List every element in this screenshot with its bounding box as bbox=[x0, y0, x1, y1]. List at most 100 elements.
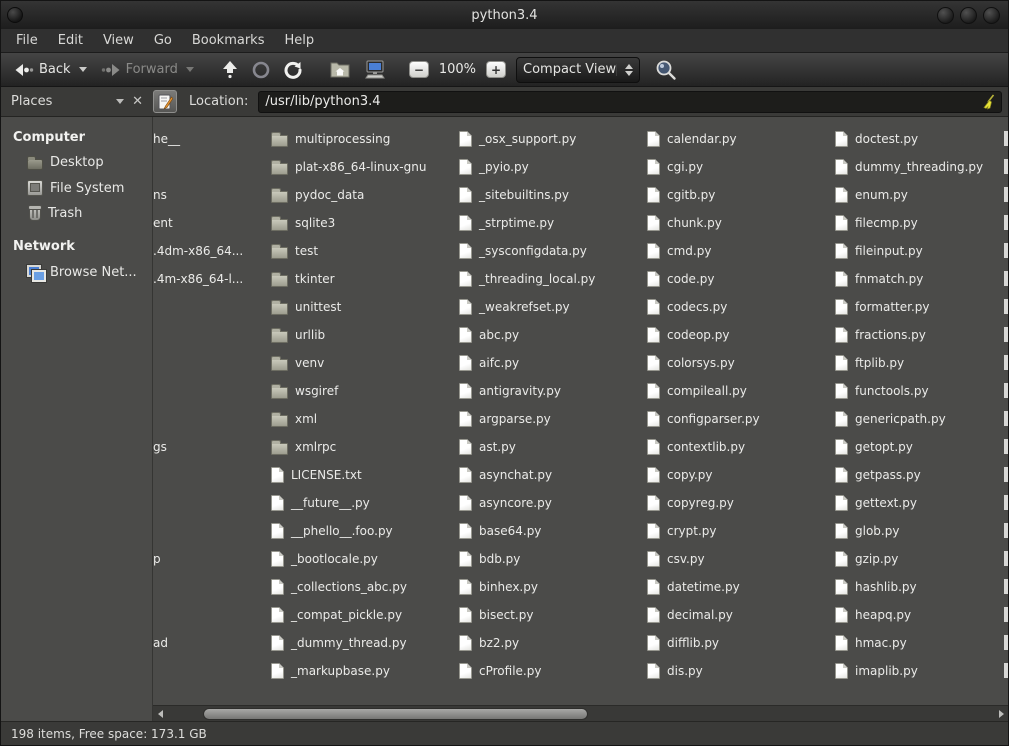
file-item[interactable]: codeop.py bbox=[647, 321, 835, 349]
clipped-file-name[interactable]: he__ bbox=[153, 125, 271, 153]
file-item[interactable]: _osx_support.py bbox=[459, 125, 647, 153]
file-item[interactable]: copy.py bbox=[647, 461, 835, 489]
file-item[interactable]: colorsys.py bbox=[647, 349, 835, 377]
file-item[interactable]: contextlib.py bbox=[647, 433, 835, 461]
file-item[interactable]: configparser.py bbox=[647, 405, 835, 433]
places-label[interactable]: Places bbox=[11, 94, 52, 109]
file-item[interactable]: _threading_local.py bbox=[459, 265, 647, 293]
file-item[interactable]: difflib.py bbox=[647, 629, 835, 657]
file-item[interactable]: bdb.py bbox=[459, 545, 647, 573]
clipped-file-name[interactable] bbox=[153, 405, 271, 433]
forward-button[interactable]: Forward bbox=[96, 58, 199, 81]
desktop-button[interactable] bbox=[359, 56, 391, 83]
file-item[interactable]: bisect.py bbox=[459, 601, 647, 629]
clipped-file-name[interactable] bbox=[153, 657, 271, 685]
clear-entry-broom-icon[interactable] bbox=[981, 94, 995, 110]
file-item[interactable]: glob.py bbox=[835, 517, 1008, 545]
file-item[interactable]: abc.py bbox=[459, 321, 647, 349]
file-item[interactable]: wsgiref bbox=[271, 377, 459, 405]
file-item[interactable]: getopt.py bbox=[835, 433, 1008, 461]
file-item[interactable]: test bbox=[271, 237, 459, 265]
file-item[interactable]: _markupbase.py bbox=[271, 657, 459, 685]
clipped-file-name[interactable] bbox=[153, 321, 271, 349]
file-item[interactable]: cgitb.py bbox=[647, 181, 835, 209]
clipped-file-name[interactable] bbox=[153, 377, 271, 405]
file-item[interactable]: hmac.py bbox=[835, 629, 1008, 657]
location-input[interactable]: /usr/lib/python3.4 bbox=[258, 91, 1002, 113]
file-item[interactable]: codecs.py bbox=[647, 293, 835, 321]
file-item[interactable]: xmlrpc bbox=[271, 433, 459, 461]
clipped-file-name[interactable] bbox=[153, 601, 271, 629]
horizontal-scrollbar[interactable] bbox=[153, 705, 1008, 721]
file-item[interactable]: urllib bbox=[271, 321, 459, 349]
file-item[interactable]: fractions.py bbox=[835, 321, 1008, 349]
sidebar-item[interactable]: Browse Net... bbox=[1, 259, 152, 285]
file-item[interactable]: sqlite3 bbox=[271, 209, 459, 237]
close-pane-icon[interactable]: ✕ bbox=[132, 95, 143, 108]
file-item[interactable]: copyreg.py bbox=[647, 489, 835, 517]
scroll-left-icon[interactable] bbox=[153, 706, 167, 722]
clipped-file-name[interactable]: gs bbox=[153, 433, 271, 461]
file-item[interactable]: _pyio.py bbox=[459, 153, 647, 181]
up-button[interactable] bbox=[217, 57, 243, 83]
file-item[interactable]: _weakrefset.py bbox=[459, 293, 647, 321]
file-item[interactable]: cmd.py bbox=[647, 237, 835, 265]
sidebar-item[interactable]: Desktop bbox=[1, 150, 152, 175]
file-item[interactable]: calendar.py bbox=[647, 125, 835, 153]
file-item[interactable]: unittest bbox=[271, 293, 459, 321]
clipped-file-name[interactable]: .4m-x86_64-l... bbox=[153, 265, 271, 293]
file-item[interactable]: fnmatch.py bbox=[835, 265, 1008, 293]
sidebar-item[interactable]: Trash bbox=[1, 201, 152, 226]
file-item[interactable]: multiprocessing bbox=[271, 125, 459, 153]
file-item[interactable]: decimal.py bbox=[647, 601, 835, 629]
file-item[interactable]: pydoc_data bbox=[271, 181, 459, 209]
view-mode-select[interactable]: Compact View bbox=[516, 57, 640, 83]
scroll-right-icon[interactable] bbox=[994, 706, 1008, 722]
menu-item[interactable]: Edit bbox=[49, 30, 92, 51]
clipped-file-name[interactable] bbox=[153, 349, 271, 377]
menu-item[interactable]: File bbox=[7, 30, 47, 51]
file-item[interactable]: csv.py bbox=[647, 545, 835, 573]
file-item[interactable]: xml bbox=[271, 405, 459, 433]
minimize-icon[interactable] bbox=[937, 7, 954, 24]
clipped-file-name[interactable] bbox=[153, 489, 271, 517]
window-menu-icon[interactable] bbox=[7, 7, 23, 23]
file-item[interactable]: filecmp.py bbox=[835, 209, 1008, 237]
places-caret-icon[interactable] bbox=[116, 99, 124, 104]
clipped-file-name[interactable] bbox=[153, 573, 271, 601]
file-item[interactable]: asyncore.py bbox=[459, 489, 647, 517]
file-item[interactable]: antigravity.py bbox=[459, 377, 647, 405]
clipped-file-name[interactable] bbox=[153, 461, 271, 489]
file-item[interactable]: ast.py bbox=[459, 433, 647, 461]
file-item[interactable]: venv bbox=[271, 349, 459, 377]
scrollbar-track[interactable] bbox=[167, 708, 994, 720]
file-item[interactable]: base64.py bbox=[459, 517, 647, 545]
zoom-out-button[interactable]: − bbox=[409, 61, 429, 78]
scrollbar-thumb[interactable] bbox=[203, 708, 588, 720]
file-item[interactable]: fileinput.py bbox=[835, 237, 1008, 265]
file-item[interactable]: gzip.py bbox=[835, 545, 1008, 573]
file-item[interactable]: __phello__.foo.py bbox=[271, 517, 459, 545]
maximize-icon[interactable] bbox=[960, 7, 977, 24]
sidebar-item[interactable]: File System bbox=[1, 175, 152, 201]
file-item[interactable]: __future__.py bbox=[271, 489, 459, 517]
clipped-file-name[interactable] bbox=[153, 517, 271, 545]
file-item[interactable]: code.py bbox=[647, 265, 835, 293]
file-item[interactable]: asynchat.py bbox=[459, 461, 647, 489]
file-item[interactable]: tkinter bbox=[271, 265, 459, 293]
zoom-in-button[interactable]: + bbox=[486, 61, 506, 78]
file-item[interactable]: formatter.py bbox=[835, 293, 1008, 321]
file-item[interactable]: gettext.py bbox=[835, 489, 1008, 517]
file-item[interactable]: ftplib.py bbox=[835, 349, 1008, 377]
file-item[interactable]: heapq.py bbox=[835, 601, 1008, 629]
file-item[interactable]: bz2.py bbox=[459, 629, 647, 657]
reload-button[interactable] bbox=[279, 57, 307, 83]
file-item[interactable]: _strptime.py bbox=[459, 209, 647, 237]
file-item[interactable]: dis.py bbox=[647, 657, 835, 685]
file-item[interactable]: imaplib.py bbox=[835, 657, 1008, 685]
stop-button[interactable] bbox=[247, 57, 275, 83]
file-item[interactable]: plat-x86_64-linux-gnu bbox=[271, 153, 459, 181]
file-item[interactable]: getpass.py bbox=[835, 461, 1008, 489]
back-button[interactable]: Back bbox=[9, 58, 92, 81]
file-item[interactable]: _collections_abc.py bbox=[271, 573, 459, 601]
